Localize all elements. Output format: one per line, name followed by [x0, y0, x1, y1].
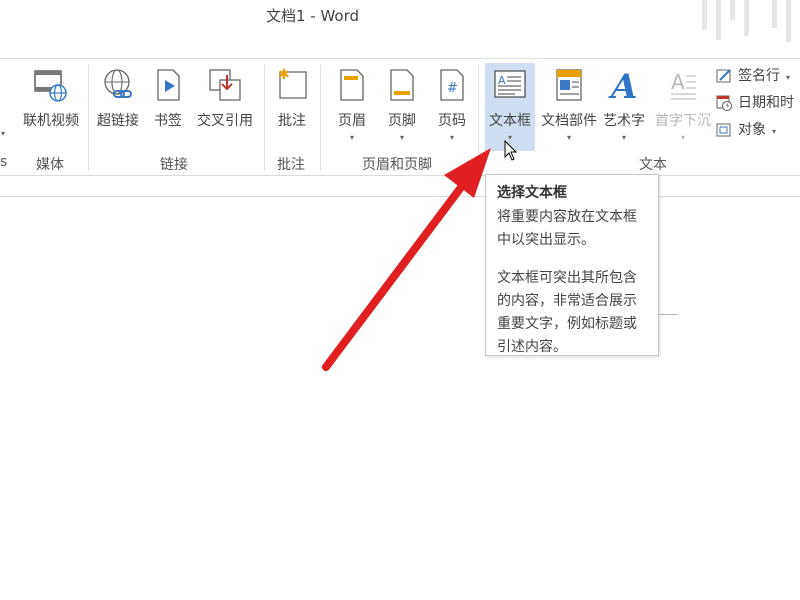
red-annotation-arrow [322, 148, 491, 371]
mouse-cursor-icon [504, 140, 518, 161]
